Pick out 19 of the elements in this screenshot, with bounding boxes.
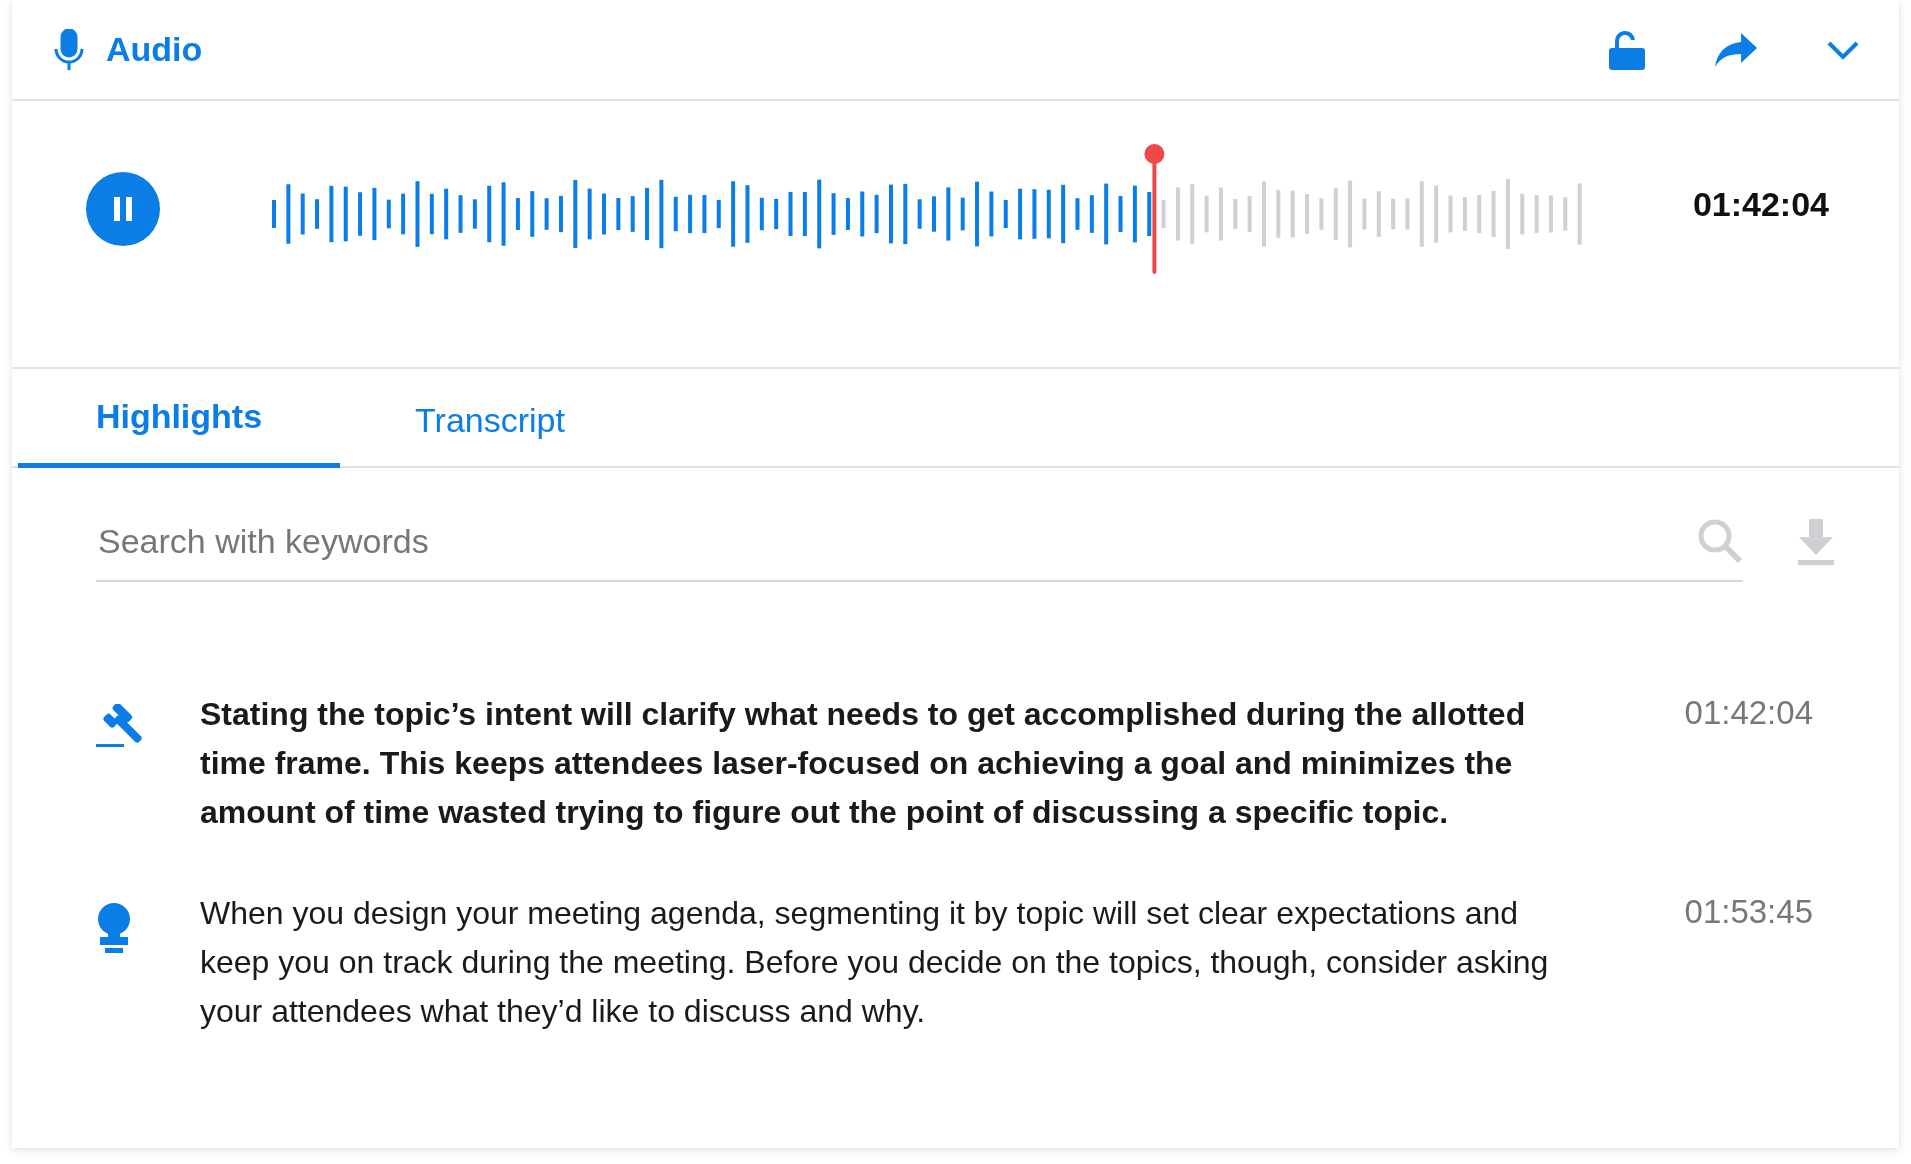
unlock-icon — [1609, 29, 1645, 70]
timestamp[interactable]: 01:53:45 — [1684, 893, 1813, 931]
share-icon — [1715, 32, 1757, 67]
panel-title: Audio — [106, 30, 204, 69]
pause-icon — [113, 197, 133, 221]
download-icon — [1797, 519, 1835, 565]
tab[interactable]: Highlights — [18, 369, 340, 468]
tab[interactable]: Transcript — [340, 369, 640, 468]
chevron-down-icon — [1827, 39, 1859, 60]
lightbulb-icon — [96, 903, 132, 953]
playhead[interactable] — [1144, 144, 1165, 274]
microphone-icon — [54, 28, 84, 71]
playback-time: 01:42:04 — [1692, 184, 1829, 224]
share-button[interactable] — [1715, 32, 1757, 67]
highlight-text: Stating the topic’s intent will clarify what needs to get accomplished during the allotted time frame. This keeps attendees laser-focused on achieving a goal and minimizes the amount of time wasted trying to figure out the point of discussing a specific topic. — [200, 695, 1527, 832]
timestamp[interactable]: 01:42:04 — [1684, 694, 1813, 732]
highlight-text: When you design your meeting agenda, segmenting it by topic will set clear expectations and keep you on track during the meeting. Before you decide on the topics, though, consider asking your attendees what they’d like to discuss and why. — [200, 894, 1550, 1031]
expand-button[interactable] — [1827, 39, 1859, 60]
lock-button[interactable] — [1609, 29, 1645, 70]
